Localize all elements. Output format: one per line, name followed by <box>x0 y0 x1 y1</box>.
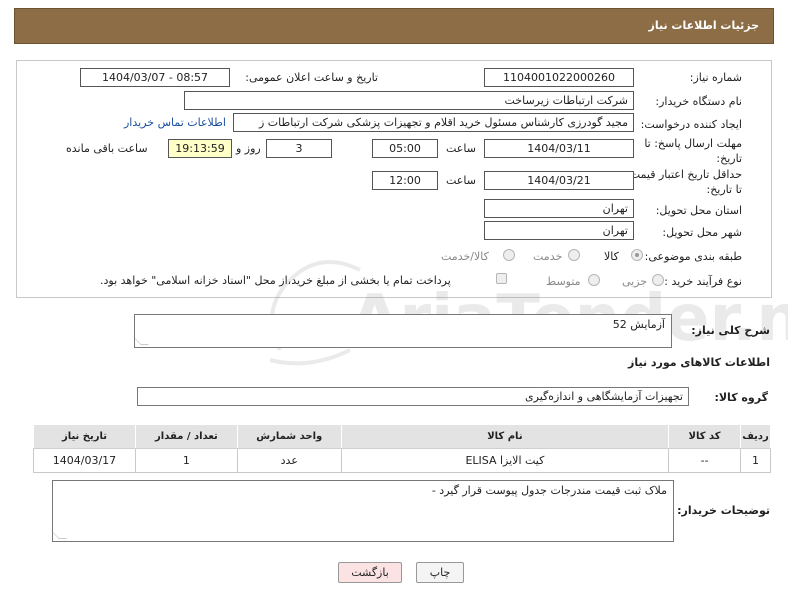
goods-group-label: گروه کالا: <box>714 391 768 404</box>
col-name-header: نام کالا <box>340 424 670 449</box>
process-option-minor: جزیی <box>622 275 648 288</box>
province-label: استان محل تحویل: <box>655 204 742 217</box>
page-title: جزئیات اطلاعات نیاز <box>648 19 760 32</box>
resize-grip-icon[interactable] <box>133 337 149 345</box>
goods-table: ردیف کد کالا نام کالا واحد شمارش تعداد /… <box>33 424 771 473</box>
price-validity-time-label: ساعت <box>446 174 476 187</box>
creator-field[interactable]: مجید گودرزی کارشناس مسئول خرید اقلام و ت… <box>233 113 634 132</box>
treasury-payment-note: پرداخت تمام یا بخشی از مبلغ خرید،از محل … <box>100 274 451 287</box>
need-number-label: شماره نیاز: <box>689 71 742 84</box>
price-validity-label: حداقل تاریخ اعتبار قیمت: تا تاریخ: <box>626 168 742 196</box>
creator-label: ایجاد کننده درخواست: <box>640 118 742 131</box>
treasury-payment-checkbox[interactable] <box>496 273 507 284</box>
process-option-medium: متوسط <box>546 275 581 288</box>
cell-name: کیت الایزا ELISA <box>340 448 670 473</box>
category-label: طبقه بندی موضوعی: <box>644 250 742 263</box>
cell-row-number: 1 <box>740 448 771 473</box>
price-validity-date-field[interactable]: 1404/03/21 <box>484 171 634 190</box>
announce-date-label: تاریخ و ساعت اعلان عمومی: <box>245 71 378 84</box>
goods-table-header: ردیف کد کالا نام کالا واحد شمارش تعداد /… <box>33 424 771 449</box>
process-type-label: نوع فرآیند خرید : <box>664 275 742 288</box>
reply-date-field[interactable]: 1404/03/11 <box>484 139 634 158</box>
cell-qty: 1 <box>134 448 238 473</box>
buyer-notes-label: توضیحات خریدار: <box>677 504 770 517</box>
goods-group-field[interactable]: تجهیزات آزمایشگاهی و اندازه‌گیری <box>137 387 689 406</box>
page-header: جزئیات اطلاعات نیاز <box>14 8 774 44</box>
price-validity-time-field[interactable]: 12:00 <box>372 171 438 190</box>
city-field[interactable]: تهران <box>484 221 634 240</box>
col-qty-header: تعداد / مقدار <box>134 424 238 449</box>
days-count-field[interactable]: 3 <box>266 139 332 158</box>
days-label: روز و <box>236 142 261 155</box>
resize-grip-icon[interactable] <box>51 531 67 539</box>
category-option-service: خدمت <box>533 250 563 263</box>
category-option-goods-service: کالا/خدمت <box>441 250 489 263</box>
category-radio-goods-service[interactable] <box>503 249 515 261</box>
reply-time-label: ساعت <box>446 142 476 155</box>
province-field[interactable]: تهران <box>484 199 634 218</box>
cell-unit: عدد <box>236 448 342 473</box>
reply-deadline-label: مهلت ارسال پاسخ: تا تاریخ: <box>644 137 742 165</box>
cell-date: 1404/03/17 <box>33 448 136 473</box>
table-row[interactable]: 1 -- کیت الایزا ELISA عدد 1 1404/03/17 <box>33 448 771 473</box>
description-textarea[interactable]: آزمایش 52 <box>133 314 672 348</box>
remaining-time-label: ساعت باقی مانده <box>66 142 148 155</box>
city-label: شهر محل تحویل: <box>662 226 742 239</box>
category-radio-service[interactable] <box>568 249 580 261</box>
col-code-header: کد کالا <box>668 424 742 449</box>
col-date-header: تاریخ نیاز <box>33 424 136 449</box>
print-button[interactable]: چاپ <box>416 562 464 583</box>
process-radio-minor[interactable] <box>652 274 664 286</box>
need-number-field[interactable]: 1104001022000260 <box>484 68 634 87</box>
buyer-org-field[interactable]: شرکت ارتباطات زیرساخت <box>184 91 634 110</box>
buyer-notes-text: ملاک ثبت قیمت مندرجات جدول پیوست قرار گی… <box>431 484 667 497</box>
description-label: شرح کلی نیاز: <box>691 324 770 337</box>
col-row-header: ردیف <box>740 424 771 449</box>
category-radio-goods[interactable] <box>631 249 643 261</box>
process-radio-medium[interactable] <box>588 274 600 286</box>
category-option-goods: کالا <box>604 250 619 263</box>
buyer-contact-link[interactable]: اطلاعات تماس خریدار <box>124 116 226 129</box>
col-unit-header: واحد شمارش <box>236 424 342 449</box>
buyer-org-label: نام دستگاه خریدار: <box>655 95 742 108</box>
back-button[interactable]: بازگشت <box>338 562 402 583</box>
reply-time-field[interactable]: 05:00 <box>372 139 438 158</box>
announce-date-field[interactable]: 1404/03/07 - 08:57 <box>80 68 230 87</box>
description-text: آزمایش 52 <box>612 318 665 331</box>
remaining-time-field: 19:13:59 <box>168 139 232 158</box>
buyer-notes-textarea[interactable]: ملاک ثبت قیمت مندرجات جدول پیوست قرار گی… <box>51 480 674 542</box>
cell-code: -- <box>668 448 742 473</box>
goods-section-title: اطلاعات کالاهای مورد نیاز <box>628 356 770 369</box>
